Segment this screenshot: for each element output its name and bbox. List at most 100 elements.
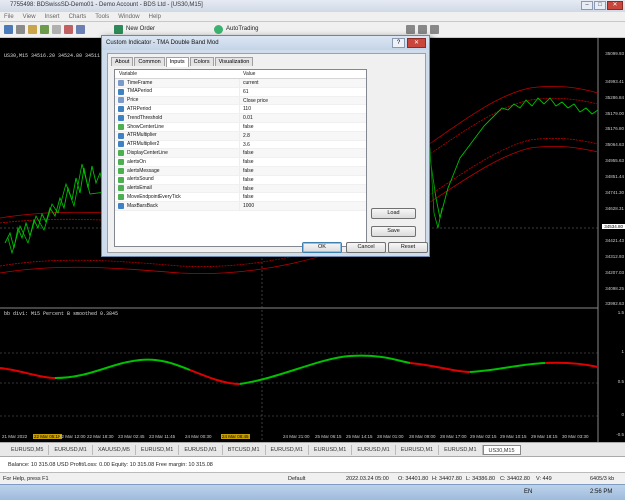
input-row[interactable]: DisplayCenterLine false — [115, 149, 366, 159]
chart-tab[interactable]: EURUSD,M1 — [309, 444, 353, 455]
minimize-button[interactable]: – — [581, 1, 593, 10]
chart-tab-active[interactable]: US30,M15 — [482, 444, 521, 455]
chart-tab[interactable]: EURUSD,M1 — [352, 444, 396, 455]
status-help: For Help, press F1 — [3, 476, 49, 482]
input-value[interactable]: 1000 — [239, 202, 366, 210]
tile-windows-icon[interactable] — [430, 25, 439, 34]
time-label: 24 Mar 21:00 — [283, 434, 310, 439]
input-value[interactable]: 0.01 — [239, 114, 366, 122]
dialog-help-button[interactable]: ? — [392, 38, 405, 48]
percent-b-red-1 — [0, 367, 56, 379]
language-indicator[interactable]: EN — [524, 489, 532, 495]
input-value[interactable]: false — [239, 158, 366, 166]
price-label: 34628.31 — [605, 206, 624, 211]
menu-help[interactable]: Help — [149, 14, 161, 20]
zoom-out-icon[interactable] — [418, 25, 427, 34]
indicator-axis-label: -0.5 — [616, 432, 624, 437]
navigator-icon[interactable] — [52, 25, 61, 34]
chart-tab[interactable]: EURUSD,M1 — [179, 444, 223, 455]
dialog-close-button[interactable]: ✕ — [407, 38, 426, 48]
new-chart-icon[interactable] — [4, 25, 13, 34]
chart-tab[interactable]: EURUSD,M1 — [136, 444, 180, 455]
input-variable-label: TimeFrame — [127, 79, 153, 86]
balance-text: Balance: 10 315.08 USD Profit/Loss: 0.00… — [8, 462, 213, 468]
autotrading-button[interactable]: AutoTrading — [226, 26, 258, 32]
zoom-in-icon[interactable] — [406, 25, 415, 34]
maximize-button[interactable]: □ — [594, 1, 606, 10]
market-watch-icon[interactable] — [28, 25, 37, 34]
time-label: 30 Mar 03:30 — [562, 434, 589, 439]
tab-colors[interactable]: Colors — [189, 57, 214, 66]
chart-tab[interactable]: EURUSD,M5 — [6, 444, 50, 455]
tab-about[interactable]: About — [111, 57, 134, 66]
menu-window[interactable]: Window — [118, 14, 139, 20]
input-value[interactable]: false — [239, 184, 366, 193]
strategy-tester-icon[interactable] — [76, 25, 85, 34]
input-variable-label: MoveEndpointEveryTick — [127, 194, 181, 201]
taskbar-clock[interactable]: 2:56 PM — [590, 489, 612, 495]
chart-tab[interactable]: EURUSD,M1 — [439, 444, 483, 455]
input-value[interactable]: false — [239, 122, 366, 131]
chart-tab[interactable]: EURUSD,M1 — [49, 444, 93, 455]
input-value[interactable]: false — [239, 175, 366, 184]
save-button[interactable]: Save — [371, 226, 416, 237]
status-high: H: 34407.80 — [432, 476, 462, 482]
input-value[interactable]: current — [239, 79, 366, 87]
price-label: 34098.25 — [605, 286, 624, 291]
load-button-float[interactable]: Load — [371, 208, 416, 219]
dialog-body: About Common Inputs Colors Visualization… — [107, 53, 426, 253]
input-value[interactable]: 3.6 — [239, 140, 366, 149]
input-variable: TMAPeriod — [115, 88, 239, 96]
status-traffic: 6405/3 kb — [590, 476, 615, 482]
chart-tab[interactable]: EURUSD,M1 — [396, 444, 440, 455]
status-open: O: 34401.80 — [398, 476, 429, 482]
tab-inputs[interactable]: Inputs — [165, 57, 189, 67]
data-window-icon[interactable] — [40, 25, 49, 34]
terminal-icon[interactable] — [64, 25, 73, 34]
input-row[interactable]: alertsSound false — [115, 175, 366, 185]
menu-tools[interactable]: Tools — [95, 14, 109, 20]
dialog-title: Custom Indicator - TMA Double Band Mod — [106, 40, 219, 46]
status-bar: For Help, press F1 Default 2022.03.24 05… — [0, 472, 625, 484]
indicator-axis-label: 1 — [621, 349, 624, 354]
input-value[interactable]: false — [239, 149, 366, 158]
profiles-icon[interactable] — [16, 25, 25, 34]
input-variable: alertsOn — [115, 158, 239, 166]
input-variable-label: Price — [127, 97, 139, 104]
reset-button[interactable]: Reset — [388, 242, 428, 253]
price-label: 35179.00 — [605, 111, 624, 116]
close-window-button[interactable]: ✕ — [607, 1, 623, 10]
chart-tab[interactable]: XAUUSD,M5 — [93, 444, 136, 455]
input-value[interactable]: 2.8 — [239, 131, 366, 140]
input-row[interactable]: TimeFrame current — [115, 79, 366, 88]
menu-insert[interactable]: Insert — [45, 14, 60, 20]
input-value[interactable]: false — [239, 193, 366, 202]
input-variable-label: TrendThreshold — [127, 114, 163, 121]
column-variable[interactable]: Variable — [115, 70, 239, 78]
new-order-icon[interactable] — [114, 25, 123, 34]
tab-visualization[interactable]: Visualization — [214, 57, 254, 66]
input-value[interactable]: 61 — [239, 87, 366, 96]
indicator-axis-label: 0 — [621, 412, 624, 417]
chart-tab[interactable]: EURUSD,M1 — [266, 444, 309, 455]
menu-file[interactable]: File — [4, 14, 14, 20]
input-row[interactable]: Price Close price — [115, 96, 366, 106]
input-row[interactable]: MaxBarsBack 1000 — [115, 202, 366, 211]
input-value[interactable]: Close price — [239, 96, 366, 105]
input-variable: ATRMultiplier — [115, 132, 239, 140]
tab-common[interactable]: Common — [134, 57, 165, 66]
menu-charts[interactable]: Charts — [69, 14, 87, 20]
input-value[interactable]: false — [239, 166, 366, 175]
input-row[interactable]: TMAPeriod 61 — [115, 87, 366, 97]
enum-type-icon — [118, 79, 124, 86]
new-order-button[interactable]: New Order — [126, 26, 155, 32]
input-variable-label: alertsMessage — [127, 167, 160, 174]
cancel-button[interactable]: Cancel — [346, 242, 386, 253]
chart-tab[interactable]: BTCUSD,M1 — [223, 444, 266, 455]
autotrading-icon[interactable] — [214, 25, 223, 34]
menu-view[interactable]: View — [23, 14, 36, 20]
column-value[interactable]: Value — [239, 70, 255, 78]
input-value[interactable]: 110 — [239, 105, 366, 114]
ok-button[interactable]: OK — [302, 242, 342, 253]
input-variable-label: alertsSound — [127, 176, 154, 183]
